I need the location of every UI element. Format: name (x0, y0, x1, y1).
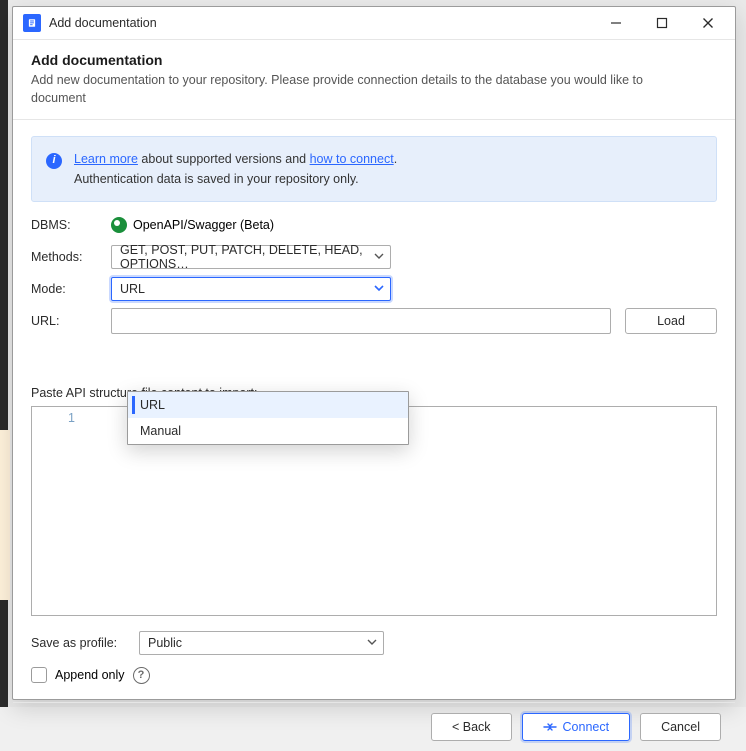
app-icon (23, 14, 41, 32)
url-label: URL: (31, 314, 111, 328)
chevron-down-icon (367, 636, 377, 650)
append-only-label: Append only (55, 668, 125, 682)
dialog-header: Add documentation Add new documentation … (13, 40, 735, 120)
save-as-profile-label: Save as profile: (31, 636, 139, 650)
dbms-value: OpenAPI/Swagger (Beta) (133, 218, 274, 232)
mode-option-manual[interactable]: Manual (128, 418, 408, 444)
window-title: Add documentation (49, 16, 157, 30)
mode-option-url[interactable]: URL (128, 392, 408, 418)
info-banner: i Learn more about supported versions an… (31, 136, 717, 202)
help-icon[interactable]: ? (133, 667, 150, 684)
append-only-checkbox[interactable] (31, 667, 47, 683)
dialog-window: Add documentation Add documentation Add … (12, 6, 736, 700)
profile-value: Public (148, 636, 182, 650)
mode-dropdown: URLManual (127, 391, 409, 445)
load-button[interactable]: Load (625, 308, 717, 334)
minimize-button[interactable] (593, 7, 639, 39)
dbms-label: DBMS: (31, 218, 111, 232)
methods-select[interactable]: GET, POST, PUT, PATCH, DELETE, HEAD, OPT… (111, 245, 391, 269)
dialog-footer: < Back Connect Cancel (13, 702, 735, 751)
info-icon: i (46, 153, 62, 169)
maximize-button[interactable] (639, 7, 685, 39)
mode-label: Mode: (31, 282, 111, 296)
mode-value: URL (120, 282, 145, 296)
back-button[interactable]: < Back (431, 713, 512, 741)
connect-icon (543, 722, 557, 732)
chevron-down-icon (374, 282, 384, 296)
profile-select[interactable]: Public (139, 631, 384, 655)
methods-value: GET, POST, PUT, PATCH, DELETE, HEAD, OPT… (120, 243, 368, 271)
learn-more-link[interactable]: Learn more (74, 152, 138, 166)
page-subtitle: Add new documentation to your repository… (31, 72, 671, 107)
chevron-down-icon (374, 250, 384, 264)
methods-label: Methods: (31, 250, 111, 264)
banner-line2: Authentication data is saved in your rep… (74, 169, 702, 189)
how-to-connect-link[interactable]: how to connect (310, 152, 394, 166)
swagger-icon (111, 217, 127, 233)
title-bar: Add documentation (13, 7, 735, 40)
page-title: Add documentation (31, 52, 717, 68)
url-input[interactable] (111, 308, 611, 334)
cancel-button[interactable]: Cancel (640, 713, 721, 741)
connect-button[interactable]: Connect (522, 713, 631, 741)
mode-select[interactable]: URL (111, 277, 391, 301)
editor-gutter: 1 (32, 407, 84, 615)
close-button[interactable] (685, 7, 731, 39)
